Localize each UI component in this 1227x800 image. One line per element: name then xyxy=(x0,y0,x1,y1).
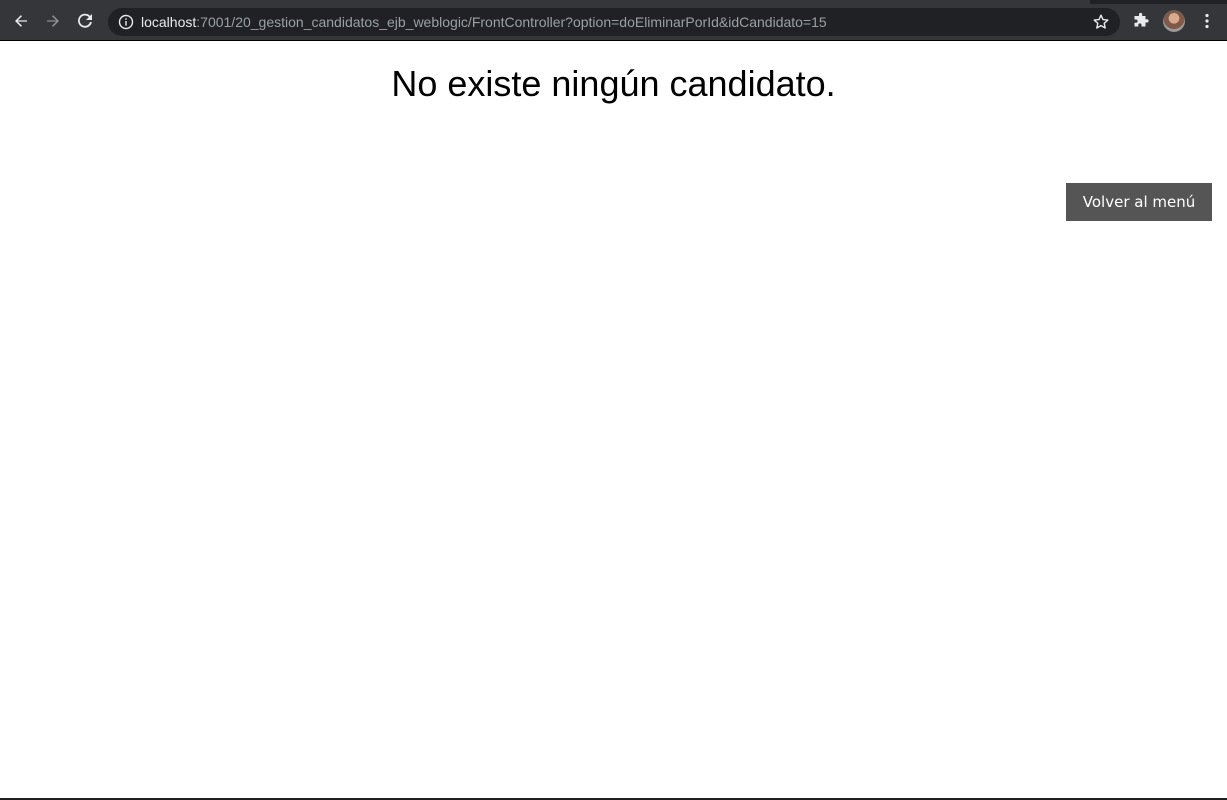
no-candidates-message: No existe ningún candidato. xyxy=(391,63,836,104)
profile-avatar[interactable] xyxy=(1163,10,1185,32)
reload-icon[interactable] xyxy=(73,9,97,33)
page-content: No existe ningún candidato. Volver al me… xyxy=(0,41,1227,798)
info-icon[interactable] xyxy=(118,14,134,30)
back-icon[interactable] xyxy=(9,9,33,33)
url-text[interactable]: localhost:7001/20_gestion_candidatos_ejb… xyxy=(141,8,827,36)
url-path: :7001/20_gestion_candidatos_ejb_weblogic… xyxy=(196,14,827,30)
tab-strip xyxy=(0,0,1227,4)
more-menu-icon[interactable] xyxy=(1198,12,1216,30)
extensions-puzzle-icon[interactable] xyxy=(1132,12,1150,30)
back-to-menu-button[interactable]: Volver al menú xyxy=(1066,183,1212,221)
browser-toolbar: localhost:7001/20_gestion_candidatos_ejb… xyxy=(0,0,1227,41)
address-bar[interactable]: localhost:7001/20_gestion_candidatos_ejb… xyxy=(108,8,1120,36)
bookmark-star-icon[interactable] xyxy=(1092,13,1110,31)
forward-icon[interactable] xyxy=(41,9,65,33)
active-tab-edge xyxy=(0,0,1090,4)
url-host: localhost xyxy=(141,14,197,30)
